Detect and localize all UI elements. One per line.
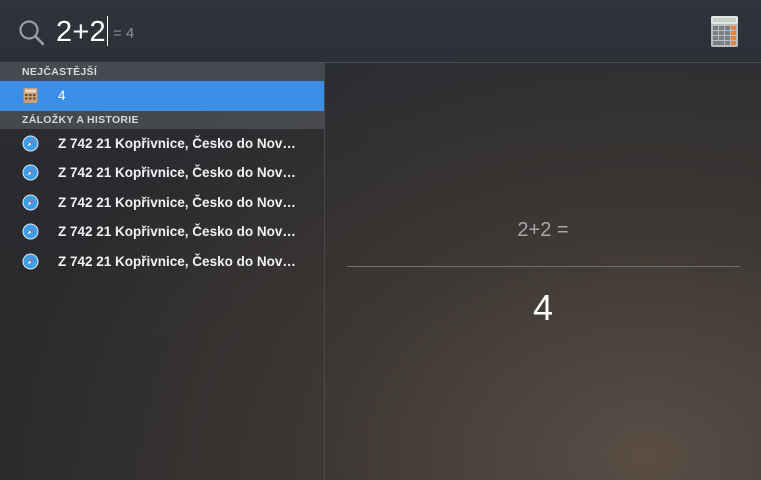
inline-result: = 4 — [113, 25, 135, 42]
calculation-result: 4 — [532, 287, 554, 328]
calculator-app-icon[interactable] — [709, 14, 740, 48]
search-icon — [19, 20, 45, 46]
result-label: Z 742 21 Kopřivnice, Česko do Nov… — [58, 253, 296, 269]
result-row-bookmark[interactable]: Z 742 21 Kopřivnice, Česko do Nov… — [0, 129, 324, 159]
result-label: Z 742 21 Kopřivnice, Česko do Nov… — [58, 224, 296, 239]
safari-icon — [22, 194, 39, 210]
result-label: Z 742 21 Kopřivnice, Česko do Nov… — [58, 194, 296, 210]
results-list: NEJČASTĚJŠÍ 4 ZÁLOŽKY A HISTORIE Z 742 2… — [0, 63, 324, 480]
section-header-top-hits: NEJČASTĚJŠÍ — [0, 63, 324, 81]
result-label: Z 742 21 Kopřivnice, Česko do Nov… — [58, 135, 296, 151]
result-row-bookmark[interactable]: Z 742 21 Kopřivnice, Česko do Nov… — [0, 247, 324, 277]
section-header-bookmarks-history: ZÁLOŽKY A HISTORIE — [0, 110, 324, 129]
text-caret — [106, 16, 109, 46]
calculator-icon — [23, 88, 38, 103]
preview-pane: 2+2 = 4 — [325, 63, 761, 480]
search-input[interactable]: 2+2 — [56, 13, 109, 51]
result-row-bookmark[interactable]: Z 742 21 Kopřivnice, Česko do Nov… — [0, 217, 324, 247]
safari-icon — [22, 135, 39, 151]
safari-icon — [22, 164, 39, 181]
search-query-text: 2+2 — [56, 16, 106, 48]
spotlight-search-bar: 2+2 = 4 — [0, 0, 761, 63]
safari-icon — [22, 253, 39, 269]
calculation-expression: 2+2 = — [517, 219, 569, 241]
safari-icon — [22, 223, 39, 240]
result-label: Z 742 21 Kopřivnice, Česko do Nov… — [58, 165, 296, 180]
result-row-calculator[interactable]: 4 — [0, 81, 324, 111]
result-label: 4 — [58, 88, 66, 103]
result-row-bookmark[interactable]: Z 742 21 Kopřivnice, Česko do Nov… — [0, 158, 324, 188]
calculation-rule — [347, 266, 740, 267]
result-row-bookmark[interactable]: Z 742 21 Kopřivnice, Česko do Nov… — [0, 188, 324, 218]
